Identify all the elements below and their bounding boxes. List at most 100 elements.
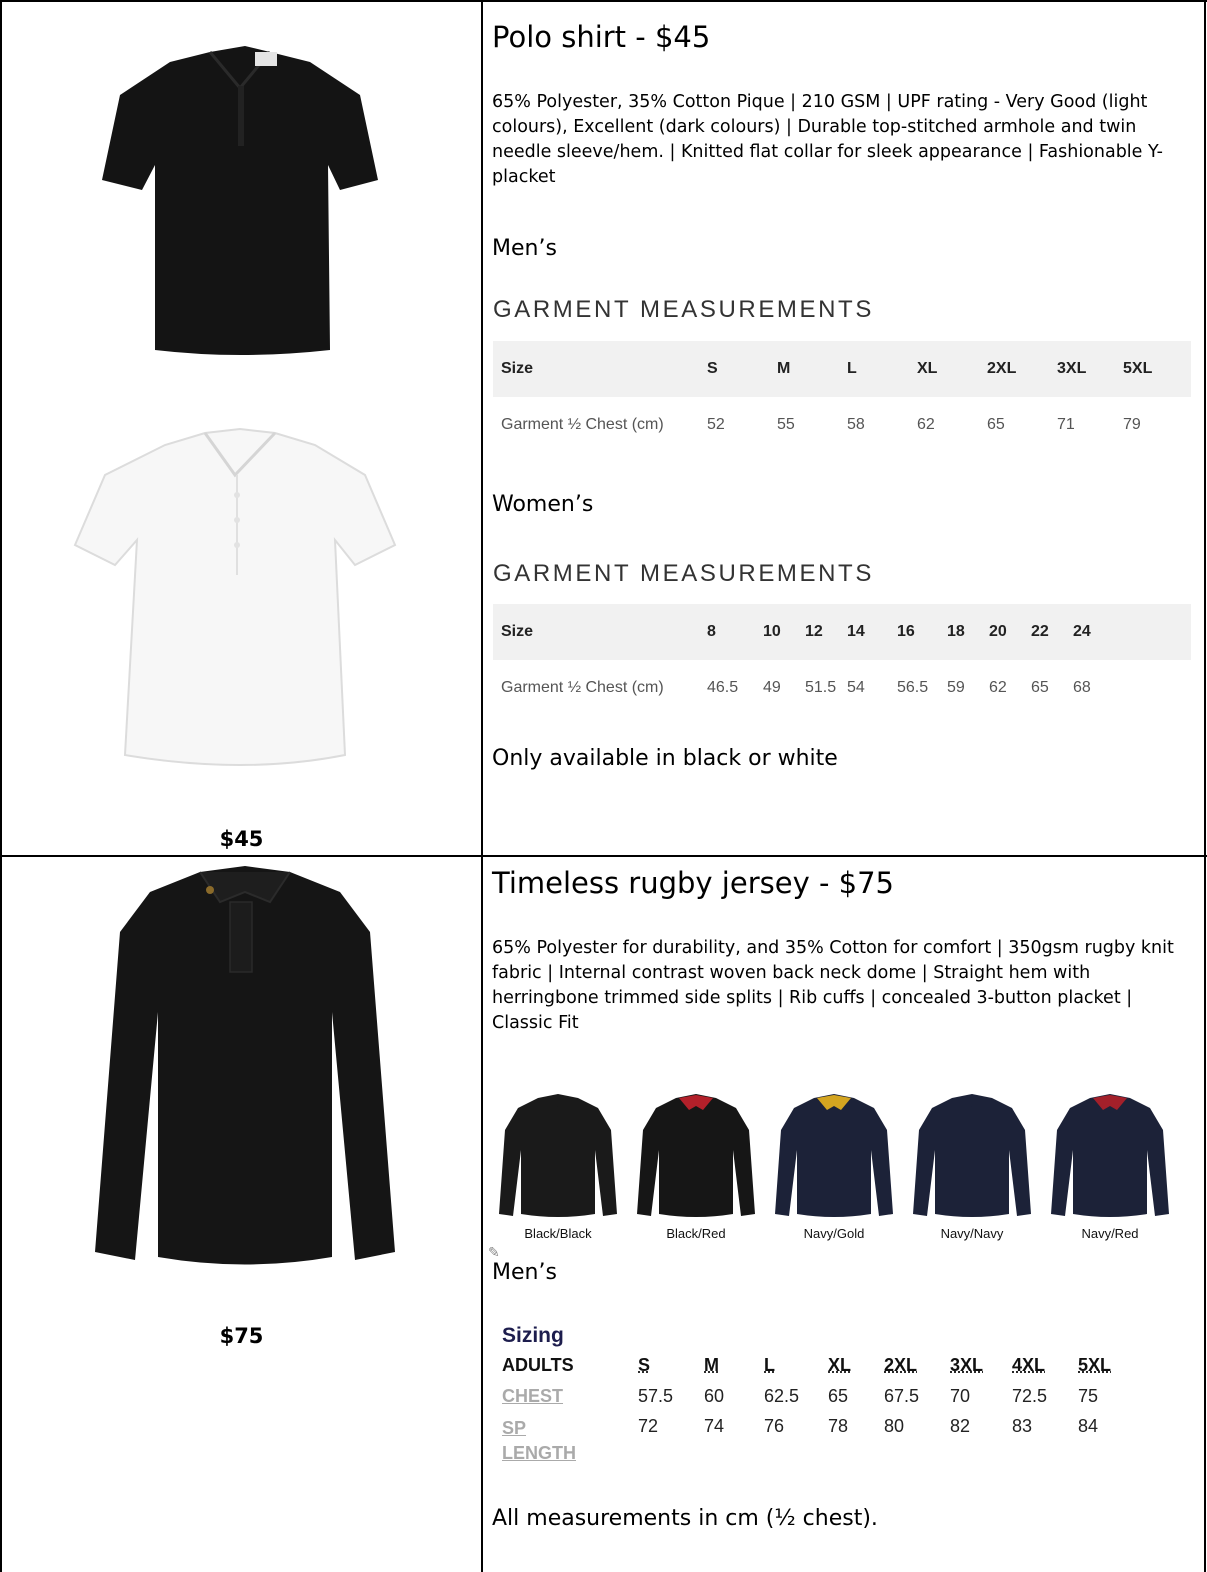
colour-swatch[interactable]: Navy/Red <box>1045 1090 1175 1246</box>
table-cell: 71 <box>1057 416 1075 433</box>
table-header-cell: 14 <box>847 604 897 660</box>
table-cell: 82 <box>950 1416 971 1436</box>
polo-title: Polo shirt - $45 <box>492 20 711 54</box>
table-row: SP LENGTH 72 74 76 78 80 82 83 84 <box>502 1412 1111 1466</box>
table-cell: 84 <box>1078 1416 1099 1436</box>
size-cell: 4XL <box>1012 1355 1046 1375</box>
table-cell: 57.5 <box>638 1386 674 1406</box>
table-cell: 62 <box>989 679 1007 696</box>
jersey-swatch-image <box>913 1094 1031 1217</box>
polo-description: 65% Polyester, 35% Cotton Pique | 210 GS… <box>492 92 1163 187</box>
table-border-middle <box>481 0 483 1572</box>
rugby-mens-label: Men’s <box>492 1260 557 1285</box>
colour-swatch[interactable]: Navy/Navy <box>907 1090 1037 1246</box>
table-cell: 76 <box>764 1416 785 1436</box>
table-cell: 70 <box>950 1386 971 1406</box>
table-header-cell: 20 <box>989 604 1031 660</box>
rugby-description: 65% Polyester for durability, and 35% Co… <box>492 938 1174 1033</box>
table-cell: 49 <box>763 679 781 696</box>
colour-swatch-label: Black/Black <box>524 1226 592 1241</box>
table-cell: 56.5 <box>897 679 929 696</box>
table-cell: 80 <box>884 1416 905 1436</box>
table-header-cell: 2XL <box>987 341 1057 397</box>
table-border-top <box>0 0 1207 2</box>
table-cell: Garment ½ Chest (cm) <box>501 416 664 433</box>
colour-swatch-label: Navy/Red <box>1081 1226 1139 1241</box>
jersey-swatch-image <box>775 1094 893 1217</box>
table-header-cell: 3XL <box>1057 341 1123 397</box>
document-page: $45 Polo shirt - $45 65% Polyester, 35% … <box>0 0 1207 1572</box>
table-cell: Garment ½ Chest (cm) <box>501 679 664 696</box>
table-cell: 55 <box>777 416 795 433</box>
table-cell: 72 <box>638 1416 659 1436</box>
table-header-cell: 5XL <box>1123 341 1191 397</box>
table-row: CHEST 57.5 60 62.5 65 67.5 70 72.5 75 <box>502 1381 1111 1412</box>
table-cell: 65 <box>987 416 1005 433</box>
table-cell: 52 <box>707 416 725 433</box>
table-header-cell: 24 <box>1073 604 1191 660</box>
table-cell: 74 <box>704 1416 725 1436</box>
sizing-heading: Sizing <box>502 1324 564 1347</box>
table-cell: 72.5 <box>1012 1386 1048 1406</box>
table-row: ADULTS S M L XL 2XL 3XL 4XL 5XL <box>502 1350 1111 1381</box>
table-border-right <box>1204 0 1206 1572</box>
polo-price: $45 <box>219 827 264 851</box>
colour-swatch[interactable]: Black/Red <box>631 1090 761 1246</box>
table-cell: 62.5 <box>764 1386 800 1406</box>
table-header-row: Size S M L XL 2XL 3XL 5XL <box>493 341 1191 397</box>
table-row: Garment ½ Chest (cm) 52 55 58 62 65 71 7… <box>493 397 1191 453</box>
table-cell: 67.5 <box>884 1386 920 1406</box>
table-cell: 78 <box>828 1416 849 1436</box>
table-header-row: Size 8 10 12 14 16 18 20 22 24 <box>493 604 1191 660</box>
rugby-colour-swatches: Black/Black Black/Red Navy/Gold Navy/Navy Na… <box>493 1090 1193 1250</box>
table-cell: 51.5 <box>805 679 837 696</box>
table-header-cell: 8 <box>707 604 763 660</box>
polo-womens-measure-heading: GARMENT MEASUREMENTS <box>493 560 874 587</box>
polo-mens-size-table: Size S M L XL 2XL 3XL 5XL Garment ½ Ches… <box>493 341 1191 453</box>
table-header-cell: Size <box>493 341 707 397</box>
colour-swatch-label: Navy/Navy <box>940 1226 1004 1241</box>
polo-availability-note: Only available in black or white <box>492 746 838 771</box>
table-header-cell: 22 <box>1031 604 1073 660</box>
table-cell: 75 <box>1078 1386 1099 1406</box>
table-cell: 62 <box>917 416 935 433</box>
size-cell: 5XL <box>1078 1355 1112 1375</box>
table-header-cell: 16 <box>897 604 947 660</box>
table-header-cell: Size <box>493 604 707 660</box>
table-header-cell: S <box>707 341 777 397</box>
jersey-swatch-image <box>1051 1094 1169 1217</box>
table-cell: 68 <box>1073 679 1091 696</box>
length-label-line1: SP <box>502 1418 527 1438</box>
table-header-cell: 18 <box>947 604 989 660</box>
table-header-cell: L <box>847 341 917 397</box>
table-cell: 46.5 <box>707 679 739 696</box>
colour-swatch[interactable]: Black/Black <box>493 1090 623 1246</box>
length-label[interactable]: SP LENGTH <box>502 1412 638 1466</box>
length-label-line2: LENGTH <box>502 1443 576 1463</box>
size-cell: XL <box>828 1355 852 1375</box>
size-cell: S <box>638 1355 651 1375</box>
table-cell: 58 <box>847 416 865 433</box>
chest-label[interactable]: CHEST <box>502 1381 638 1412</box>
polo-womens-size-table: Size 8 10 12 14 16 18 20 22 24 Garment ½… <box>493 604 1191 716</box>
polo-womens-label: Women’s <box>492 492 594 517</box>
table-cell: 60 <box>704 1386 725 1406</box>
polo-mens-label: Men’s <box>492 236 557 261</box>
adults-label: ADULTS <box>502 1355 574 1375</box>
table-header-cell: 10 <box>763 604 805 660</box>
black-polo-shirt-image <box>102 46 378 355</box>
jersey-swatch-image <box>499 1094 617 1217</box>
colour-swatch-label: Black/Red <box>666 1226 726 1241</box>
table-header-cell: 12 <box>805 604 847 660</box>
size-cell: 3XL <box>950 1355 984 1375</box>
rugby-price: $75 <box>219 1324 264 1348</box>
rugby-sizing-table: Sizing ADULTS S M L XL 2XL 3XL 4XL 5XL C… <box>502 1324 1111 1466</box>
black-rugby-jersey-image <box>95 866 395 1265</box>
colour-swatch[interactable]: Navy/Gold <box>769 1090 899 1246</box>
size-cell: 2XL <box>884 1355 918 1375</box>
table-border-row-divider <box>0 855 1207 857</box>
table-cell: 59 <box>947 679 965 696</box>
polo-mens-measure-heading: GARMENT MEASUREMENTS <box>493 296 874 323</box>
rugby-title: Timeless rugby jersey - $75 <box>492 866 894 900</box>
white-polo-shirt-image <box>73 427 397 766</box>
